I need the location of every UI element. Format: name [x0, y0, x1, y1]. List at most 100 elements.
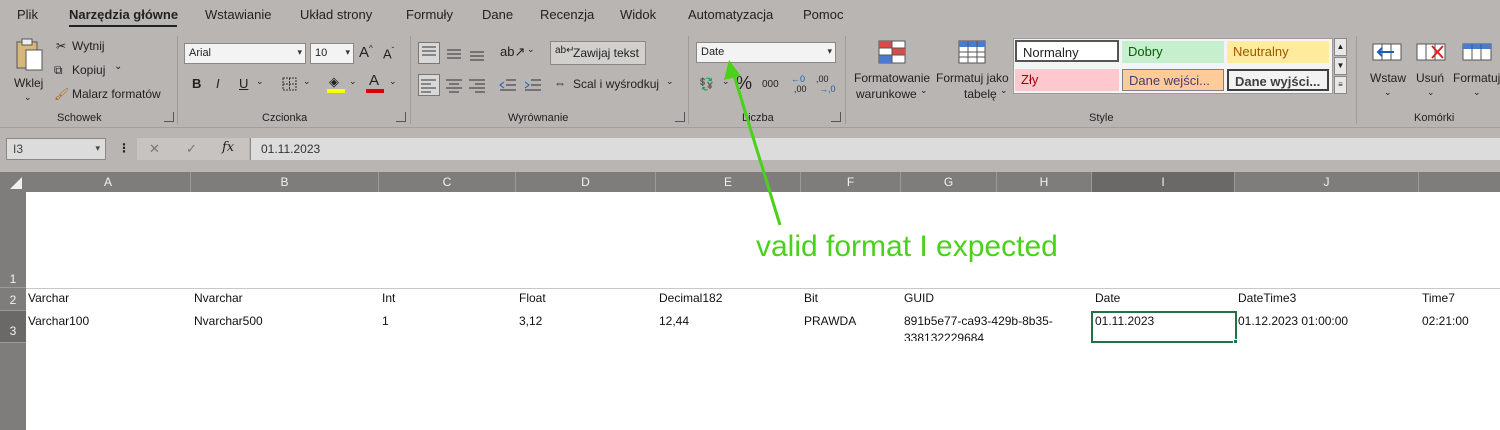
column-header-b[interactable]: B — [191, 172, 379, 192]
cut-button[interactable]: Wytnij — [72, 39, 105, 53]
row-header-2[interactable]: 2 — [0, 288, 26, 311]
cell-i2[interactable]: Date — [1095, 291, 1120, 305]
cell-g2[interactable]: GUID — [904, 291, 934, 305]
italic-button[interactable]: I — [216, 76, 220, 91]
chevron-down-icon[interactable]: ⌄ — [389, 76, 397, 87]
chevron-down-icon[interactable]: ⌄ — [256, 76, 264, 87]
fill-color-button[interactable]: ◈ — [327, 74, 347, 94]
column-header-k[interactable] — [1419, 172, 1500, 192]
number-launcher-icon[interactable] — [831, 112, 841, 122]
font-launcher-icon[interactable] — [396, 112, 406, 122]
cell-k3[interactable]: 02:21:00 — [1422, 314, 1469, 328]
align-middle-icon[interactable] — [443, 42, 465, 64]
cell-c2[interactable]: Int — [382, 291, 395, 305]
align-left-icon[interactable] — [418, 74, 440, 96]
increase-indent-icon[interactable] — [523, 74, 543, 96]
cell-a3[interactable]: Varchar100 — [28, 314, 89, 328]
number-format-select[interactable]: Date ▾ — [696, 42, 836, 63]
column-header-j[interactable]: J — [1235, 172, 1419, 192]
style-neutral[interactable]: Neutralny — [1227, 41, 1329, 63]
font-name-select[interactable]: Arial ▾ — [184, 43, 306, 64]
align-center-icon[interactable] — [443, 74, 465, 96]
tab-dane[interactable]: Dane — [482, 7, 513, 22]
gallery-down-icon[interactable]: ▼ — [1334, 57, 1347, 75]
style-good[interactable]: Dobry — [1122, 41, 1224, 63]
tab-automatyzacja[interactable]: Automatyzacja — [688, 7, 773, 22]
worksheet[interactable] — [26, 192, 1500, 430]
conditional-formatting-button[interactable]: Formatowanie warunkowe ⌄ — [852, 38, 932, 104]
format-as-table-button[interactable]: Formatuj jako tabelę ⌄ — [934, 38, 1012, 104]
fill-handle[interactable] — [1233, 339, 1238, 344]
accounting-format-icon[interactable]: 💱 — [699, 77, 714, 91]
cell-b2[interactable]: Nvarchar — [194, 291, 243, 305]
row-header-1[interactable]: 1 — [0, 192, 26, 288]
align-right-icon[interactable] — [466, 74, 488, 96]
chevron-down-icon[interactable]: ⌄ — [722, 76, 730, 87]
style-normal[interactable]: Normalny — [1015, 40, 1119, 62]
select-all-icon[interactable] — [10, 177, 22, 189]
cell-k2[interactable]: Time7 — [1422, 291, 1455, 305]
column-header-d[interactable]: D — [516, 172, 656, 192]
tab-pomoc[interactable]: Pomoc — [803, 7, 843, 22]
paste-button[interactable]: Wklej ⌄ — [8, 36, 48, 106]
tab-uklad-strony[interactable]: Układ strony — [300, 7, 372, 22]
cell-j2[interactable]: DateTime3 — [1238, 291, 1296, 305]
tab-widok[interactable]: Widok — [620, 7, 656, 22]
tab-wstawianie[interactable]: Wstawianie — [205, 7, 271, 22]
insert-function-button[interactable]: fx — [222, 140, 234, 155]
cell-d3[interactable]: 3,12 — [519, 314, 542, 328]
comma-style-button[interactable]: 000 — [762, 79, 779, 90]
cell-j3[interactable]: 01.12.2023 01:00:00 — [1238, 314, 1348, 328]
cell-e2[interactable]: Decimal182 — [659, 291, 722, 305]
format-cells-button[interactable]: Formatuj ⌄ — [1452, 38, 1500, 104]
tab-formuly[interactable]: Formuły — [406, 7, 453, 22]
gallery-more-icon[interactable]: ≡ — [1334, 76, 1347, 94]
style-input[interactable]: Dane wejści... — [1122, 69, 1224, 91]
grow-font-button[interactable]: A^ — [359, 44, 373, 61]
cell-g3[interactable]: 891b5e77-ca93-429b-8b35- — [904, 314, 1053, 328]
style-output[interactable]: Dane wyjści... — [1227, 69, 1329, 91]
chevron-down-icon[interactable]: ⌄ — [349, 76, 357, 87]
tab-narzedzia-glowne[interactable]: Narzędzia główne — [69, 7, 178, 22]
tab-recenzja[interactable]: Recenzja — [540, 7, 594, 22]
tab-plik[interactable]: Plik — [17, 7, 38, 22]
column-header-c[interactable]: C — [379, 172, 516, 192]
column-header-g[interactable]: G — [901, 172, 997, 192]
column-header-a[interactable]: A — [26, 172, 191, 192]
copy-dropdown-icon[interactable]: ⌄ — [114, 61, 122, 72]
merge-center-button[interactable]: ⇔ Scal i wyśrodkuj — [552, 75, 662, 95]
chevron-down-icon[interactable]: ⌄ — [527, 44, 535, 55]
increase-decimal-button[interactable]: ←0 ,00 — [791, 74, 813, 96]
font-size-select[interactable]: 10 ▾ — [310, 43, 354, 64]
cell-f2[interactable]: Bit — [804, 291, 818, 305]
insert-cells-button[interactable]: Wstaw ⌄ — [1366, 38, 1408, 104]
cell-b3[interactable]: Nvarchar500 — [194, 314, 263, 328]
chevron-down-icon[interactable]: ⌄ — [303, 76, 311, 87]
name-box[interactable]: I3 ▾ — [6, 138, 106, 160]
borders-icon[interactable] — [282, 77, 298, 91]
wrap-text-button[interactable]: ab↵ Zawijaj tekst — [550, 41, 646, 65]
align-top-icon[interactable] — [418, 42, 440, 64]
orientation-icon[interactable]: ab↗ — [500, 44, 525, 60]
column-header-h[interactable]: H — [997, 172, 1092, 192]
underline-button[interactable]: U — [239, 76, 248, 91]
column-header-i[interactable]: I — [1092, 172, 1235, 192]
style-bad[interactable]: Zły — [1015, 69, 1119, 91]
shrink-font-button[interactable]: Aˇ — [383, 46, 394, 61]
cell-c3[interactable]: 1 — [382, 314, 389, 328]
clipboard-launcher-icon[interactable] — [164, 112, 174, 122]
cell-f3[interactable]: PRAWDA — [804, 314, 856, 328]
cell-d2[interactable]: Float — [519, 291, 546, 305]
alignment-launcher-icon[interactable] — [675, 112, 685, 122]
copy-button[interactable]: Kopiuj — [72, 63, 105, 77]
bold-button[interactable]: B — [192, 76, 201, 91]
decrease-indent-icon[interactable] — [498, 74, 518, 96]
enter-icon[interactable]: ✓ — [186, 141, 197, 157]
chevron-down-icon[interactable]: ⌄ — [666, 76, 674, 87]
row-header-3[interactable]: 3 — [0, 311, 26, 343]
font-color-button[interactable]: A — [366, 72, 386, 94]
column-header-e[interactable]: E — [656, 172, 801, 192]
column-header-f[interactable]: F — [801, 172, 901, 192]
cancel-icon[interactable]: ✕ — [149, 141, 160, 157]
formula-input[interactable]: 01.11.2023 — [250, 138, 1500, 160]
